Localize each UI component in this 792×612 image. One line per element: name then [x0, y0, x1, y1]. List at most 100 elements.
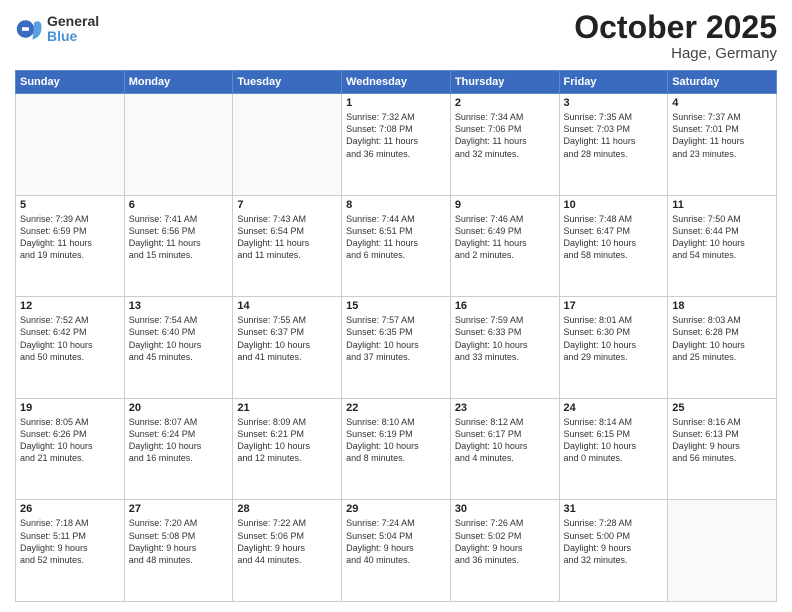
day-info: Sunrise: 7:41 AM Sunset: 6:56 PM Dayligh… [129, 213, 229, 262]
calendar-cell: 16 Sunrise: 7:59 AM Sunset: 6:33 PM Dayli… [450, 297, 559, 399]
calendar-cell: 31Sunrise: 7:28 AM Sunset: 5:00 PM Dayli… [559, 500, 668, 602]
calendar-cell: 10 Sunrise: 7:48 AM Sunset: 6:47 PM Dayli… [559, 195, 668, 297]
day-number: 14 [237, 300, 337, 312]
day-info: Sunrise: 8:05 AM Sunset: 6:26 PM Dayligh… [20, 416, 120, 465]
day-number: 15 [346, 300, 446, 312]
logo-general-text: General [47, 14, 99, 29]
day-info: Sunrise: 8:12 AM Sunset: 6:17 PM Dayligh… [455, 416, 555, 465]
week-row-2: 5 Sunrise: 7:39 AM Sunset: 6:59 PM Daylig… [16, 195, 777, 297]
day-info: Sunrise: 7:22 AM Sunset: 5:06 PM Dayligh… [237, 517, 337, 566]
logo-icon [15, 15, 43, 43]
calendar-cell [16, 94, 125, 196]
day-header-monday: Monday [124, 71, 233, 94]
day-info: Sunrise: 7:59 AM Sunset: 6:33 PM Dayligh… [455, 314, 555, 363]
calendar-cell: 14 Sunrise: 7:55 AM Sunset: 6:37 PM Dayli… [233, 297, 342, 399]
day-number: 16 [455, 300, 555, 312]
day-info: Sunrise: 7:24 AM Sunset: 5:04 PM Dayligh… [346, 517, 446, 566]
day-header-friday: Friday [559, 71, 668, 94]
day-info: Sunrise: 7:50 AM Sunset: 6:44 PM Dayligh… [672, 213, 772, 262]
day-number: 13 [129, 300, 229, 312]
calendar-cell [124, 94, 233, 196]
calendar-cell: 29 Sunrise: 7:24 AM Sunset: 5:04 PM Dayli… [342, 500, 451, 602]
calendar-cell: 9 Sunrise: 7:46 AM Sunset: 6:49 PM Daylig… [450, 195, 559, 297]
day-number: 19 [20, 402, 120, 414]
day-number: 12 [20, 300, 120, 312]
day-info: Sunrise: 7:39 AM Sunset: 6:59 PM Dayligh… [20, 213, 120, 262]
day-number: 9 [455, 199, 555, 211]
calendar-cell [233, 94, 342, 196]
day-number: 20 [129, 402, 229, 414]
day-info: Sunrise: 8:10 AM Sunset: 6:19 PM Dayligh… [346, 416, 446, 465]
calendar-cell: 20 Sunrise: 8:07 AM Sunset: 6:24 PM Dayli… [124, 398, 233, 500]
day-info: Sunrise: 7:46 AM Sunset: 6:49 PM Dayligh… [455, 213, 555, 262]
location: Hage, Germany [574, 45, 777, 62]
day-number: 8 [346, 199, 446, 211]
day-info: Sunrise: 8:16 AM Sunset: 6:13 PM Dayligh… [672, 416, 772, 465]
day-number: 31 [564, 503, 664, 515]
day-info: Sunrise: 7:20 AM Sunset: 5:08 PM Dayligh… [129, 517, 229, 566]
day-number: 17 [564, 300, 664, 312]
day-info: Sunrise: 8:14 AM Sunset: 6:15 PM Dayligh… [564, 416, 664, 465]
calendar-cell: 13 Sunrise: 7:54 AM Sunset: 6:40 PM Dayli… [124, 297, 233, 399]
day-number: 24 [564, 402, 664, 414]
calendar-cell: 12 Sunrise: 7:52 AM Sunset: 6:42 PM Dayli… [16, 297, 125, 399]
calendar-header-row: SundayMondayTuesdayWednesdayThursdayFrid… [16, 71, 777, 94]
day-info: Sunrise: 8:09 AM Sunset: 6:21 PM Dayligh… [237, 416, 337, 465]
calendar-cell: 26Sunrise: 7:18 AM Sunset: 5:11 PM Dayli… [16, 500, 125, 602]
day-number: 3 [564, 97, 664, 109]
day-header-saturday: Saturday [668, 71, 777, 94]
day-number: 1 [346, 97, 446, 109]
calendar-cell: 21 Sunrise: 8:09 AM Sunset: 6:21 PM Dayli… [233, 398, 342, 500]
day-number: 10 [564, 199, 664, 211]
day-header-thursday: Thursday [450, 71, 559, 94]
calendar-cell: 3 Sunrise: 7:35 AM Sunset: 7:03 PM Daylig… [559, 94, 668, 196]
day-number: 29 [346, 503, 446, 515]
day-info: Sunrise: 7:48 AM Sunset: 6:47 PM Dayligh… [564, 213, 664, 262]
day-number: 30 [455, 503, 555, 515]
day-number: 6 [129, 199, 229, 211]
calendar-cell: 19 Sunrise: 8:05 AM Sunset: 6:26 PM Dayli… [16, 398, 125, 500]
day-info: Sunrise: 7:52 AM Sunset: 6:42 PM Dayligh… [20, 314, 120, 363]
day-info: Sunrise: 8:07 AM Sunset: 6:24 PM Dayligh… [129, 416, 229, 465]
page-container: General Blue October 2025 Hage, Germany … [0, 0, 792, 612]
calendar-cell: 17Sunrise: 8:01 AM Sunset: 6:30 PM Dayli… [559, 297, 668, 399]
calendar-cell: 6 Sunrise: 7:41 AM Sunset: 6:56 PM Daylig… [124, 195, 233, 297]
day-info: Sunrise: 7:43 AM Sunset: 6:54 PM Dayligh… [237, 213, 337, 262]
calendar-cell: 4Sunrise: 7:37 AM Sunset: 7:01 PM Daylig… [668, 94, 777, 196]
day-header-tuesday: Tuesday [233, 71, 342, 94]
day-number: 18 [672, 300, 772, 312]
day-number: 22 [346, 402, 446, 414]
day-number: 5 [20, 199, 120, 211]
day-info: Sunrise: 7:34 AM Sunset: 7:06 PM Dayligh… [455, 111, 555, 160]
day-header-wednesday: Wednesday [342, 71, 451, 94]
title-block: October 2025 Hage, Germany [574, 10, 777, 62]
week-row-1: 1 Sunrise: 7:32 AM Sunset: 7:08 PM Daylig… [16, 94, 777, 196]
day-info: Sunrise: 7:55 AM Sunset: 6:37 PM Dayligh… [237, 314, 337, 363]
calendar-cell: 7 Sunrise: 7:43 AM Sunset: 6:54 PM Daylig… [233, 195, 342, 297]
header: General Blue October 2025 Hage, Germany [15, 10, 777, 62]
day-number: 11 [672, 199, 772, 211]
day-number: 4 [672, 97, 772, 109]
logo: General Blue [15, 14, 99, 45]
day-info: Sunrise: 7:54 AM Sunset: 6:40 PM Dayligh… [129, 314, 229, 363]
day-number: 28 [237, 503, 337, 515]
week-row-4: 19 Sunrise: 8:05 AM Sunset: 6:26 PM Dayli… [16, 398, 777, 500]
calendar-cell: 25Sunrise: 8:16 AM Sunset: 6:13 PM Dayli… [668, 398, 777, 500]
day-info: Sunrise: 7:26 AM Sunset: 5:02 PM Dayligh… [455, 517, 555, 566]
calendar-cell: 30 Sunrise: 7:26 AM Sunset: 5:02 PM Dayli… [450, 500, 559, 602]
calendar-cell: 15Sunrise: 7:57 AM Sunset: 6:35 PM Dayli… [342, 297, 451, 399]
calendar-cell: 27Sunrise: 7:20 AM Sunset: 5:08 PM Dayli… [124, 500, 233, 602]
calendar-cell: 28 Sunrise: 7:22 AM Sunset: 5:06 PM Dayli… [233, 500, 342, 602]
calendar-cell: 8 Sunrise: 7:44 AM Sunset: 6:51 PM Daylig… [342, 195, 451, 297]
calendar-cell [668, 500, 777, 602]
day-header-sunday: Sunday [16, 71, 125, 94]
day-number: 7 [237, 199, 337, 211]
day-number: 26 [20, 503, 120, 515]
day-info: Sunrise: 7:32 AM Sunset: 7:08 PM Dayligh… [346, 111, 446, 160]
day-info: Sunrise: 7:35 AM Sunset: 7:03 PM Dayligh… [564, 111, 664, 160]
week-row-3: 12 Sunrise: 7:52 AM Sunset: 6:42 PM Dayli… [16, 297, 777, 399]
day-number: 21 [237, 402, 337, 414]
week-row-5: 26Sunrise: 7:18 AM Sunset: 5:11 PM Dayli… [16, 500, 777, 602]
day-info: Sunrise: 7:44 AM Sunset: 6:51 PM Dayligh… [346, 213, 446, 262]
calendar-cell: 23Sunrise: 8:12 AM Sunset: 6:17 PM Dayli… [450, 398, 559, 500]
